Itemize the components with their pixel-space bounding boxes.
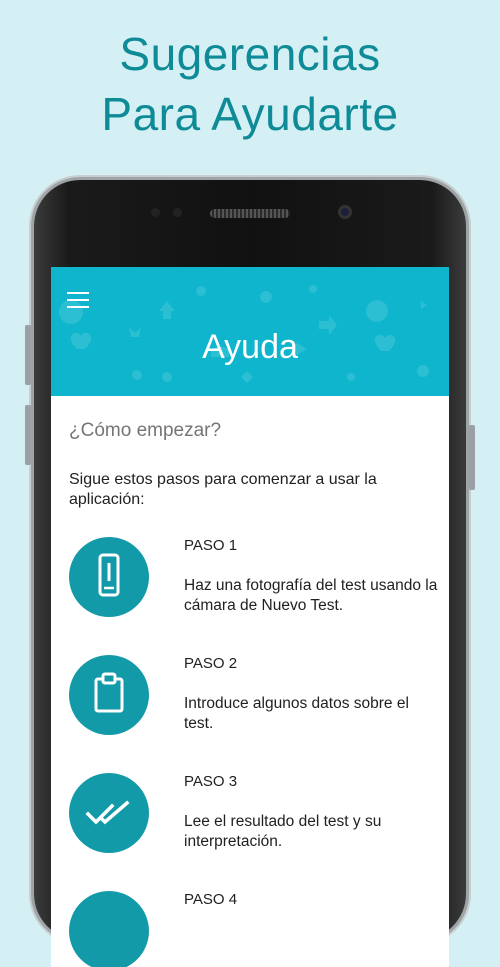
step-1-description: Haz una fotografía del test usando la cá… bbox=[184, 577, 438, 614]
app-screen: Ayuda ¿Cómo empezar? Sigue estos pasos p… bbox=[51, 267, 449, 967]
step-4-badge bbox=[69, 891, 149, 967]
clipboard-icon bbox=[94, 672, 124, 713]
promo-title-line-2: Para Ayudarte bbox=[101, 88, 399, 140]
step-3-badge bbox=[69, 773, 149, 853]
screen-title: Ayuda bbox=[202, 328, 298, 366]
earpiece-speaker bbox=[210, 209, 290, 218]
step-1-badge bbox=[69, 537, 149, 617]
volume-down-button bbox=[25, 405, 31, 465]
light-sensor bbox=[173, 208, 182, 217]
phone-frame: Ayuda ¿Cómo empezar? Sigue estos pasos p… bbox=[25, 180, 475, 967]
step-2-description: Introduce algunos datos sobre el test. bbox=[184, 695, 409, 732]
section-title: ¿Cómo empezar? bbox=[69, 420, 222, 441]
step-3: PASO 3 Lee el resultado del test y su in… bbox=[51, 773, 449, 883]
step-1: PASO 1 Haz una fotografía del test usand… bbox=[51, 537, 449, 647]
promo-headline: Sugerencias Para Ayudarte bbox=[0, 24, 500, 144]
proximity-sensor bbox=[151, 208, 160, 217]
step-1-label: PASO 1 bbox=[184, 537, 238, 554]
double-check-icon bbox=[85, 800, 130, 825]
step-4-icon bbox=[69, 891, 149, 967]
volume-up-button bbox=[25, 325, 31, 385]
promo-title-line-1: Sugerencias bbox=[119, 28, 381, 80]
step-3-label: PASO 3 bbox=[184, 773, 238, 790]
step-4: PASO 4 bbox=[51, 891, 449, 967]
step-2: PASO 2 Introduce algunos datos sobre el … bbox=[51, 655, 449, 765]
step-2-badge bbox=[69, 655, 149, 735]
hamburger-menu-icon[interactable] bbox=[67, 292, 89, 308]
step-2-label: PASO 2 bbox=[184, 655, 238, 672]
front-camera bbox=[338, 205, 352, 219]
power-button bbox=[469, 425, 475, 490]
step-3-description: Lee el resultado del test y su interpret… bbox=[184, 813, 382, 850]
intro-text: Sigue estos pasos para comenzar a usar l… bbox=[69, 471, 377, 508]
app-bar: Ayuda bbox=[51, 267, 449, 396]
phone-icon bbox=[98, 553, 120, 597]
